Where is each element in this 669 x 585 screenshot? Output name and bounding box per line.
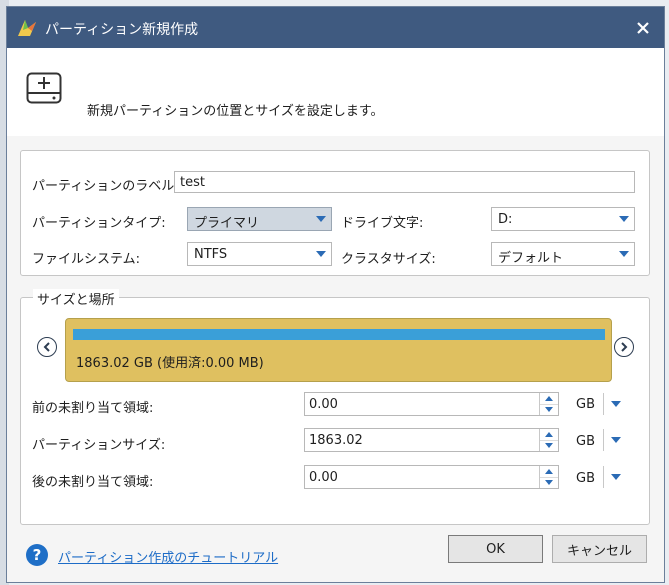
app-icon [18, 20, 36, 36]
unit-label: GB [576, 397, 595, 412]
partition-usage-bar[interactable] [73, 329, 605, 340]
file-system-caption: ファイルシステム: [32, 252, 140, 267]
dropdown-arrow-icon [611, 474, 621, 480]
partition-label-caption: パーティションのラベル: [32, 179, 179, 194]
title-bar[interactable]: パーティション新規作成 [7, 7, 664, 48]
drive-letter-select[interactable]: D: [491, 207, 635, 231]
unit-label: GB [576, 434, 595, 449]
create-partition-dialog: パーティション新規作成 新規パーティションの位置とサイズを設定します。 パーティ… [6, 6, 665, 583]
partition-type-select[interactable]: プライマリ [187, 207, 332, 231]
dropdown-arrow-icon[interactable] [311, 243, 331, 265]
cancel-button-label: キャンセル [566, 543, 632, 559]
unallocated-before-value: 0.00 [309, 397, 338, 412]
partition-map-block[interactable]: 1863.02 GB (使用済:0.00 MB) [65, 318, 612, 382]
tutorial-link[interactable]: パーティション作成のチュートリアル [58, 547, 278, 566]
file-system-value: NTFS [194, 247, 228, 262]
partition-size-info: 1863.02 GB (使用済:0.00 MB) [76, 356, 264, 371]
spinner [539, 466, 558, 488]
add-disk-icon [26, 72, 62, 104]
size-location-caption: サイズと場所 [33, 289, 119, 308]
drive-letter-caption: ドライブ文字: [341, 216, 424, 231]
chevron-left-icon [43, 342, 50, 352]
unit-dropdown[interactable] [609, 393, 623, 415]
partition-size-value: 1863.02 [309, 433, 363, 448]
unallocated-before-input[interactable]: 0.00 [304, 392, 559, 416]
partition-size-label: パーティションサイズ: [32, 438, 166, 453]
partition-type-value: プライマリ [194, 216, 260, 231]
ok-button-label: OK [486, 541, 505, 557]
move-right-button[interactable] [614, 337, 634, 357]
file-system-select[interactable]: NTFS [187, 242, 332, 266]
chevron-right-icon [621, 342, 628, 352]
size-location-group: サイズと場所 1863.02 GB (使用済:0.00 MB) 前の未割り当て領… [20, 289, 650, 525]
close-button[interactable] [628, 13, 658, 43]
unallocated-before-label: 前の未割り当て領域: [32, 401, 154, 416]
unallocated-after-input[interactable]: 0.00 [304, 465, 559, 489]
unallocated-after-value: 0.00 [309, 470, 338, 485]
unit-dropdown[interactable] [609, 466, 623, 488]
cluster-size-value: デフォルト [498, 251, 564, 266]
drive-letter-value: D: [498, 212, 513, 227]
unit-dropdown[interactable] [609, 429, 623, 451]
header-description: 新規パーティションの位置とサイズを設定します。 [87, 104, 384, 119]
spinner [539, 429, 558, 451]
help-icon[interactable]: ? [26, 544, 48, 566]
cluster-size-select[interactable]: デフォルト [491, 242, 635, 266]
cancel-button[interactable]: キャンセル [552, 535, 647, 563]
header-area: 新規パーティションの位置とサイズを設定します。 [7, 48, 664, 136]
unit-separator [603, 393, 604, 415]
move-left-button[interactable] [37, 337, 57, 357]
partition-properties-group: パーティションのラベル: パーティションタイプ: プライマリ ドライブ文字: D… [20, 150, 650, 276]
cluster-size-caption: クラスタサイズ: [341, 252, 436, 267]
partition-type-caption: パーティションタイプ: [32, 216, 166, 231]
spin-down-button[interactable] [540, 404, 558, 415]
ok-button[interactable]: OK [448, 535, 543, 563]
spinner [539, 393, 558, 415]
unit-separator [603, 429, 604, 451]
spin-down-button[interactable] [540, 440, 558, 451]
close-icon [637, 22, 649, 34]
dropdown-arrow-icon [611, 401, 621, 407]
dropdown-arrow-icon[interactable] [614, 243, 634, 265]
partition-size-input[interactable]: 1863.02 [304, 428, 559, 452]
partition-label-input[interactable] [174, 171, 635, 193]
unit-label: GB [576, 471, 595, 486]
spin-down-button[interactable] [540, 477, 558, 488]
unallocated-after-label: 後の未割り当て領域: [32, 475, 154, 490]
dropdown-arrow-icon [611, 437, 621, 443]
window-title: パーティション新規作成 [45, 22, 199, 38]
dropdown-arrow-icon[interactable] [614, 208, 634, 230]
dropdown-arrow-icon[interactable] [311, 208, 331, 230]
unit-separator [603, 466, 604, 488]
